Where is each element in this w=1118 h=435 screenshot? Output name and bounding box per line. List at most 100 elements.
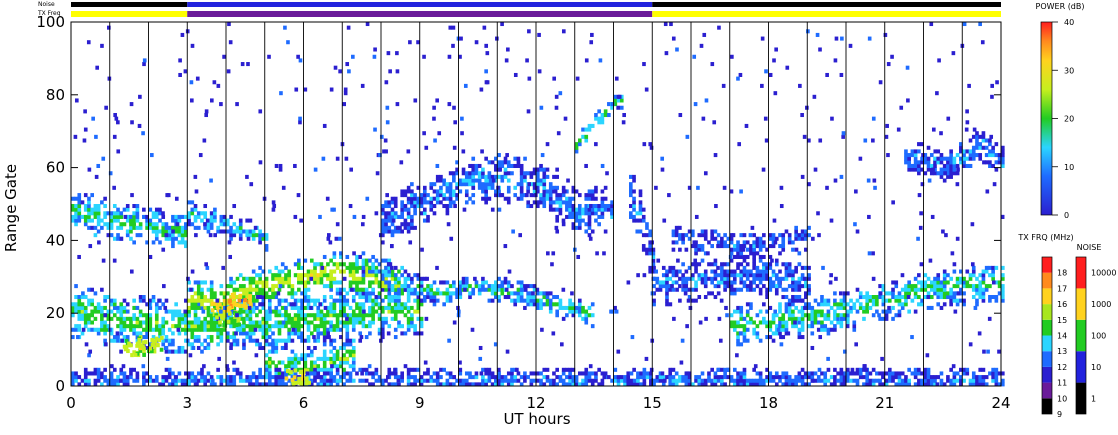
- echo-cell: [245, 375, 250, 380]
- echo-cell: [141, 340, 146, 345]
- echo-cell: [245, 276, 250, 281]
- echo-cell: [264, 276, 269, 281]
- echo-cell: [132, 378, 136, 383]
- echo-cell: [771, 378, 776, 383]
- echo-cell: [278, 163, 283, 168]
- echo-cell: [351, 316, 356, 321]
- echo-cell: [744, 123, 749, 128]
- echo-cell: [939, 284, 944, 289]
- echo-cell: [387, 295, 392, 300]
- echo-cell: [519, 185, 524, 190]
- echo-cell: [458, 291, 463, 296]
- echo-cell: [1001, 156, 1005, 161]
- echo-cell: [83, 305, 88, 310]
- echo-cell: [342, 262, 346, 267]
- echo-cell: [762, 320, 766, 325]
- echo-cell: [251, 229, 256, 234]
- echo-cell: [926, 160, 931, 165]
- echo-cell: [81, 291, 85, 296]
- echo-cell: [955, 163, 960, 168]
- echo-cell: [984, 287, 989, 292]
- echo-cell: [398, 225, 402, 230]
- echo-cell: [980, 40, 985, 45]
- echo-cell: [329, 309, 333, 314]
- echo-cell: [322, 284, 327, 289]
- echo-cell: [555, 207, 560, 212]
- echo-cell: [232, 360, 236, 365]
- echo-cell: [510, 163, 514, 168]
- echo-cell: [991, 295, 995, 300]
- echo-cell: [187, 371, 191, 376]
- echo-cell: [335, 265, 340, 270]
- echo-cell: [820, 313, 824, 318]
- echo-cell: [552, 371, 556, 376]
- echo-cell: [800, 320, 805, 325]
- echo-cell: [87, 371, 91, 376]
- echo-cell: [326, 327, 330, 332]
- echo-cell: [807, 233, 811, 238]
- echo-cell: [419, 287, 424, 292]
- echo-cell: [936, 302, 941, 307]
- echo-cell: [745, 247, 750, 252]
- echo-cell: [348, 371, 353, 376]
- echo-cell: [854, 342, 858, 347]
- echo-cell: [684, 269, 689, 274]
- echo-cell: [894, 295, 899, 300]
- echo-cell: [322, 324, 327, 329]
- echo-cell: [381, 218, 385, 223]
- echo-cell: [243, 298, 248, 303]
- echo-cell: [632, 178, 636, 183]
- echo-cell: [364, 291, 369, 296]
- echo-cell: [280, 276, 285, 281]
- echo-cell: [500, 178, 505, 183]
- echo-cell: [684, 287, 689, 292]
- echo-cell: [917, 378, 921, 383]
- echo-cell: [758, 287, 763, 292]
- echo-cell: [561, 193, 566, 198]
- echo-cell: [228, 311, 232, 316]
- echo-cell: [351, 273, 356, 278]
- echo-cell: [125, 378, 130, 383]
- echo-cell: [322, 367, 327, 372]
- echo-cell: [77, 218, 82, 223]
- echo-cell: [232, 280, 237, 285]
- echo-cell: [561, 200, 566, 205]
- echo-cell: [316, 298, 321, 303]
- echo-cell: [725, 313, 729, 318]
- echo-cell: [674, 280, 679, 285]
- echo-cell: [200, 371, 204, 376]
- echo-cell: [700, 229, 705, 234]
- echo-cell: [641, 244, 646, 249]
- echo-cell: [381, 335, 385, 340]
- echo-cell: [768, 375, 773, 380]
- echo-cell: [474, 280, 479, 285]
- echo-cell: [329, 360, 333, 365]
- echo-cell: [784, 295, 789, 300]
- echo-cell: [280, 345, 285, 350]
- echo-cell: [209, 295, 214, 300]
- echo-cell: [358, 309, 363, 314]
- echo-cell: [332, 276, 337, 281]
- echo-cell: [87, 207, 91, 212]
- echo-cell: [374, 367, 379, 372]
- echo-cell: [151, 214, 156, 219]
- echo-cell: [284, 273, 288, 278]
- echo-cell: [471, 178, 476, 183]
- echo-cell: [713, 378, 718, 383]
- echo-cell: [322, 331, 327, 336]
- echo-cell: [884, 309, 889, 314]
- echo-cell: [227, 299, 232, 304]
- echo-cell: [577, 222, 582, 227]
- echo-cell: [674, 269, 679, 274]
- echo-cell: [122, 305, 127, 310]
- echo-cell: [306, 273, 311, 278]
- echo-cell: [542, 291, 547, 296]
- echo-cell: [345, 356, 350, 361]
- echo-cell: [752, 280, 756, 285]
- echo-cell: [661, 284, 666, 289]
- echo-cell: [83, 324, 88, 329]
- echo-cell: [129, 102, 134, 107]
- echo-cell: [709, 378, 714, 383]
- echo-cell: [251, 287, 256, 292]
- echo-cell: [791, 309, 795, 314]
